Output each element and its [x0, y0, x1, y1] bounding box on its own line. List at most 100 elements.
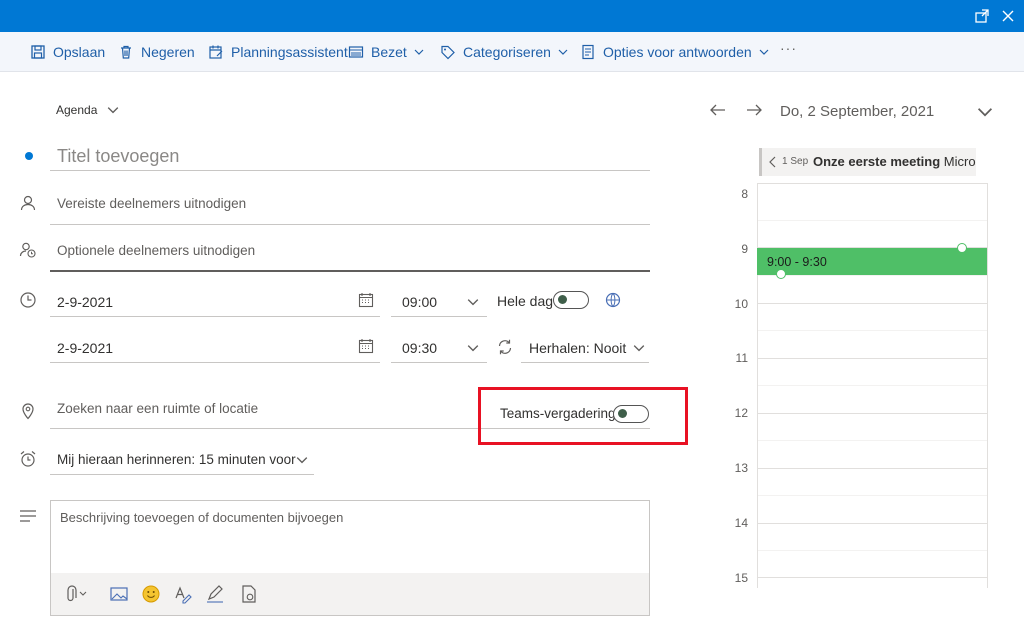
command-toolbar: Opslaan Negeren Planningsassistent Bezet… [0, 32, 1024, 72]
repeat-value: Herhalen: Nooit [529, 340, 627, 356]
attach-icon[interactable] [65, 584, 93, 604]
all-day-toggle[interactable] [553, 291, 589, 309]
reminder-dropdown[interactable]: Mij hieraan herinneren: 15 minuten voor [50, 445, 314, 475]
response-options-label: Opties voor antwoorden [603, 44, 752, 60]
tag-icon [441, 45, 455, 60]
new-event-block[interactable]: 9:00 - 9:30 [757, 243, 987, 279]
half-hour-line [758, 550, 987, 551]
format-toolbar [51, 573, 649, 615]
half-hour-line [758, 330, 987, 331]
description-input[interactable]: Beschrijving toevoegen of documenten bij… [60, 510, 343, 525]
scheduling-label: Planningsassistent [231, 44, 348, 60]
required-attendees-input[interactable]: Vereiste deelnemers uitnodigen [57, 196, 246, 211]
title-underline [50, 170, 650, 171]
text-format-icon[interactable] [173, 584, 193, 604]
categorize-dropdown[interactable]: Categoriseren [440, 42, 568, 62]
emoji-icon[interactable] [141, 584, 161, 604]
document-settings-icon[interactable] [239, 584, 259, 604]
calendar-date-heading: Do, 2 September, 2021 [780, 103, 935, 120]
alarm-clock-icon [19, 450, 37, 473]
hour-line [758, 303, 987, 304]
next-day-arrow-icon[interactable] [745, 101, 763, 124]
busy-dropdown[interactable]: Bezet [348, 42, 424, 62]
previous-day-arrow-icon[interactable] [709, 101, 727, 124]
end-date-value: 2-9-2021 [57, 340, 114, 356]
calendar-icon[interactable] [358, 338, 374, 359]
description-editor[interactable]: Beschrijving toevoegen of documenten bij… [50, 500, 650, 616]
optional-attendees-input[interactable]: Optionele deelnemers uitnodigen [57, 243, 255, 258]
chevron-down-icon [414, 49, 424, 55]
hour-label-8: 8 [741, 187, 748, 201]
end-time-value: 09:30 [402, 340, 438, 356]
overlapping-event-extra: Micros [943, 154, 976, 169]
overlapping-event-banner[interactable]: 1 Sep Onze eerste meeting Micros [759, 148, 976, 176]
location-input[interactable]: Zoeken naar een ruimte of locatie [57, 401, 258, 416]
time-zone-globe-icon[interactable] [604, 291, 622, 314]
busy-label: Bezet [371, 44, 407, 60]
chevron-down-icon [108, 107, 119, 114]
response-options-dropdown[interactable]: Opties voor antwoorden [580, 42, 769, 62]
highlight-box [478, 387, 688, 445]
chevron-down-icon [467, 299, 479, 306]
categorize-label: Categoriseren [463, 44, 551, 60]
popout-icon[interactable] [972, 6, 992, 26]
repeat-dropdown[interactable]: Herhalen: Nooit [521, 333, 649, 363]
scheduling-assistant-button[interactable]: Planningsassistent [208, 42, 348, 62]
hour-line [758, 523, 987, 524]
overlapping-event-date: 1 Sep [782, 156, 809, 167]
scheduling-icon [209, 45, 223, 59]
half-hour-line [758, 275, 987, 276]
hour-label-10: 10 [734, 297, 748, 311]
close-icon[interactable] [998, 6, 1018, 26]
signature-pen-icon[interactable] [205, 584, 225, 604]
hour-line [758, 577, 987, 578]
chevron-left-icon [769, 156, 776, 168]
start-time-value: 09:00 [402, 294, 438, 310]
more-options-button[interactable]: ··· [780, 40, 797, 56]
repeat-icon [496, 338, 514, 361]
title-dot-icon [25, 152, 33, 160]
hour-label-13: 13 [734, 461, 748, 475]
hour-label-12: 12 [734, 406, 748, 420]
hour-label-11: 11 [735, 351, 748, 365]
chevron-down-icon [296, 457, 308, 464]
required-underline [50, 224, 650, 225]
hour-line [758, 413, 987, 414]
location-pin-icon [20, 402, 36, 425]
chevron-down-icon[interactable] [977, 104, 993, 120]
all-day-label: Hele dag [497, 293, 554, 309]
reminder-value: Mij hieraan herinneren: 15 minuten voor [57, 452, 296, 467]
event-time-label: 9:00 - 9:30 [767, 255, 827, 269]
event-resize-handle-bottom[interactable] [776, 269, 786, 279]
calendar-icon[interactable] [358, 292, 374, 313]
busy-icon [348, 46, 364, 58]
discard-button[interactable]: Negeren [118, 42, 195, 62]
overlapping-event-title: Onze eerste meeting [813, 154, 941, 169]
calendar-label: Agenda [56, 103, 98, 117]
day-grid[interactable] [757, 183, 988, 588]
start-time-field[interactable]: 09:00 [391, 287, 487, 317]
hour-label-9: 9 [741, 242, 748, 256]
hour-line [758, 468, 987, 469]
description-lines-icon [19, 509, 37, 528]
chevron-down-icon [633, 345, 645, 352]
save-button[interactable]: Opslaan [30, 42, 105, 62]
image-icon[interactable] [109, 584, 129, 604]
chevron-down-icon [467, 345, 479, 352]
save-icon [31, 45, 45, 59]
title-input[interactable]: Titel toevoegen [57, 146, 179, 167]
end-time-field[interactable]: 09:30 [391, 333, 487, 363]
response-options-icon [582, 44, 594, 60]
clock-icon [19, 291, 37, 314]
half-hour-line [758, 220, 987, 221]
event-resize-handle-top[interactable] [957, 243, 967, 253]
end-date-field[interactable]: 2-9-2021 [50, 333, 380, 363]
start-date-field[interactable]: 2-9-2021 [50, 287, 380, 317]
chevron-down-icon [759, 49, 769, 55]
chevron-down-icon [558, 49, 568, 55]
hour-line [758, 358, 987, 359]
calendar-selector[interactable]: Agenda [56, 103, 119, 117]
hour-label-15: 15 [734, 571, 748, 585]
trash-icon [121, 45, 131, 59]
person-icon [19, 194, 37, 217]
